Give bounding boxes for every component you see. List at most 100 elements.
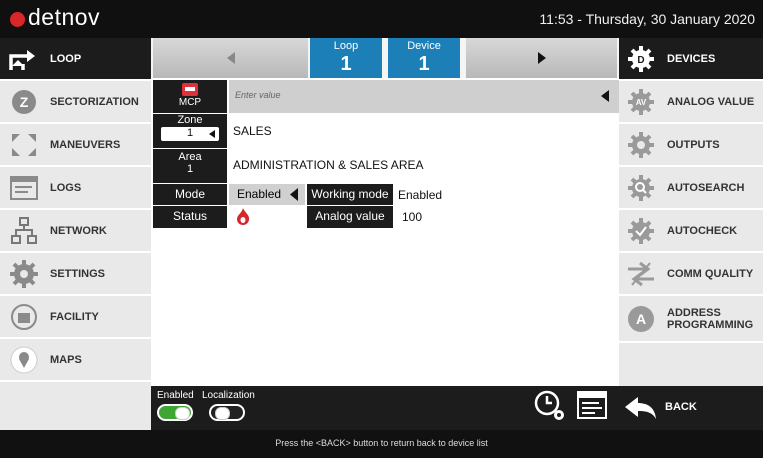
toggle-knob <box>175 407 190 420</box>
rightnav-item-label: OUTPUTS <box>667 138 720 151</box>
loop-label: Loop <box>333 40 359 52</box>
zone-z-icon: Z <box>8 86 40 118</box>
rightnav-item-label: COMM QUALITY <box>667 267 754 280</box>
sidebar-item-sectorization[interactable]: Z SECTORIZATION <box>0 81 151 123</box>
caret-left-icon <box>290 188 298 201</box>
svg-text:D: D <box>637 55 644 66</box>
sidebar-item-label: NETWORK <box>50 224 107 237</box>
rightnav-item-outputs[interactable]: OUTPUTS <box>619 124 763 166</box>
zone-selector[interactable]: 1 <box>161 127 219 141</box>
mode-label: Mode <box>153 184 227 205</box>
back-label: BACK <box>665 401 697 413</box>
toggle-knob <box>215 407 230 420</box>
autocheck-icon <box>625 215 657 247</box>
logs-icon <box>8 172 40 204</box>
device-list-icon[interactable] <box>577 391 607 424</box>
area-value: 1 <box>186 163 194 175</box>
rightnav-item-label: ANALOG VALUE <box>667 95 755 108</box>
back-button[interactable]: BACK <box>619 386 763 430</box>
rightnav-item-autosearch[interactable]: AUTOSEARCH <box>619 167 763 209</box>
device-type-cell: MCP <box>153 80 227 113</box>
analog-value-icon: AV <box>625 86 657 118</box>
rightnav-item-label: ADDRESS PROGRAMMING <box>667 306 754 331</box>
rightnav-item-label: AUTOSEARCH <box>667 181 745 194</box>
mode-selector[interactable]: Enabled <box>229 184 305 205</box>
enabled-toggle-label: Enabled <box>157 390 194 401</box>
device-type-label: MCP <box>178 97 202 108</box>
autosearch-icon <box>625 172 657 204</box>
chevron-left-icon <box>227 52 235 64</box>
sidebar-item-network[interactable]: NETWORK <box>0 210 151 252</box>
map-pin-icon <box>8 344 40 376</box>
analog-value: 100 <box>402 210 423 224</box>
rightnav-filler <box>619 343 763 386</box>
rightnav-item-devices[interactable]: D DEVICES <box>619 38 763 80</box>
rightnav-item-label: DEVICES <box>667 52 716 65</box>
logo-dot <box>10 12 25 27</box>
zone-cell: Zone 1 <box>153 114 227 148</box>
analog-value-label: Analog value <box>307 206 393 228</box>
sidebar-item-label: LOGS <box>50 181 82 194</box>
brand-logo: detnov <box>28 4 101 30</box>
facility-icon <box>8 301 40 333</box>
outputs-icon <box>625 129 657 161</box>
maneuvers-icon <box>8 129 40 161</box>
loop-value: 1 <box>340 53 352 75</box>
sidebar-item-loop[interactable]: LOOP <box>0 38 151 80</box>
caret-left-icon <box>601 90 609 102</box>
sidebar-item-label: MANEUVERS <box>50 138 121 151</box>
localization-toggle[interactable] <box>209 404 245 421</box>
sidebar-item-maps[interactable]: MAPS <box>0 339 151 381</box>
sidebar-item-label: SECTORIZATION <box>50 95 139 108</box>
mode-value: Enabled <box>237 187 282 201</box>
loop-arrows-icon <box>8 43 40 75</box>
flame-status-icon <box>236 208 250 230</box>
sidebar-item-label: FACILITY <box>50 310 99 323</box>
gear-icon <box>8 258 40 290</box>
sidebar-item-maneuvers[interactable]: MANEUVERS <box>0 124 151 166</box>
sidebar-item-facility[interactable]: FACILITY <box>0 296 151 338</box>
area-name: ADMINISTRATION & SALES AREA <box>233 158 424 172</box>
device-label: Device <box>407 40 441 52</box>
comm-quality-icon <box>625 258 657 290</box>
rightnav-item-address-programming[interactable]: A ADDRESS PROGRAMMING <box>619 296 763 342</box>
next-device-bar[interactable] <box>466 38 617 78</box>
network-icon <box>8 215 40 247</box>
zone-label: Zone <box>177 114 203 126</box>
back-arrow-icon <box>625 397 656 419</box>
chevron-right-icon <box>538 52 546 64</box>
area-cell: Area 1 <box>153 149 227 183</box>
rightnav-item-autocheck[interactable]: AUTOCHECK <box>619 210 763 252</box>
working-mode-value: Enabled <box>398 188 443 202</box>
device-selector[interactable]: Device 1 <box>388 38 460 78</box>
rightnav-item-label: AUTOCHECK <box>667 224 738 237</box>
clock-settings-icon[interactable] <box>534 390 566 427</box>
sidebar-item-logs[interactable]: LOGS <box>0 167 151 209</box>
svg-text:AV: AV <box>636 98 647 107</box>
localization-toggle-label: Localization <box>202 390 255 401</box>
device-name-input[interactable]: Enter value <box>229 80 619 113</box>
svg-text:A: A <box>636 311 646 327</box>
address-programming-icon: A <box>625 303 657 335</box>
caret-left-icon <box>209 130 215 138</box>
status-bar: Press the <BACK> button to return back t… <box>0 430 763 458</box>
sidebar-item-settings[interactable]: SETTINGS <box>0 253 151 295</box>
mcp-device-icon <box>182 83 198 96</box>
rightnav-item-analog-value[interactable]: AV ANALOG VALUE <box>619 81 763 123</box>
svg-text:Z: Z <box>20 94 29 110</box>
sidebar-item-label: MAPS <box>50 353 82 366</box>
loop-selector[interactable]: Loop 1 <box>310 38 382 78</box>
zone-value: 1 <box>186 127 194 139</box>
rightnav-item-comm-quality[interactable]: COMM QUALITY <box>619 253 763 295</box>
zone-name: SALES <box>233 124 272 138</box>
sidebar-item-label: SETTINGS <box>50 267 106 280</box>
enabled-toggle[interactable] <box>157 404 193 421</box>
sidebar-item-label: LOOP <box>50 52 82 65</box>
prev-device-bar[interactable] <box>153 38 308 78</box>
device-value: 1 <box>418 53 430 75</box>
clock: 11:53 - Thursday, 30 January 2020 <box>539 11 755 27</box>
device-name-placeholder: Enter value <box>235 90 281 100</box>
sidebar-filler <box>0 382 151 430</box>
status-label: Status <box>153 206 227 228</box>
area-label: Area <box>178 151 202 163</box>
